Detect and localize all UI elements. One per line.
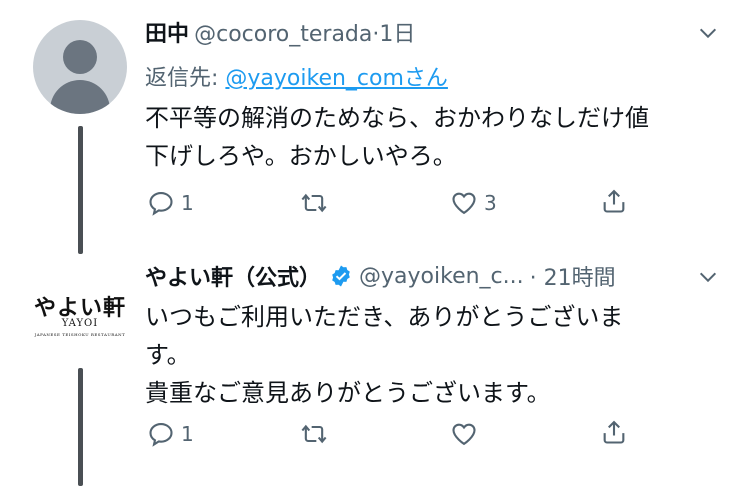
avatar[interactable]: やよい軒 YAYOI JAPANESE TEISHOKU RESTAURANT <box>28 268 132 372</box>
logo-subtext: YAYOI <box>61 318 99 329</box>
avatar-body <box>50 80 110 114</box>
logo-tagline: JAPANESE TEISHOKU RESTAURANT <box>34 332 126 337</box>
share-icon <box>603 420 625 444</box>
verified-badge-icon <box>332 265 350 287</box>
thread-line <box>78 126 83 254</box>
timestamp[interactable]: ·1日 <box>372 22 415 47</box>
reply-to-link[interactable]: @yayoiken_comさん <box>225 66 448 91</box>
tweet-text-line: 不平等の解消のためなら、おかわりなしだけ値 <box>145 104 649 132</box>
retweet-icon <box>301 424 327 444</box>
retweet-button[interactable] <box>300 189 334 217</box>
display-name[interactable]: 田中 <box>145 22 189 47</box>
retweet-button[interactable] <box>300 420 334 448</box>
tweet-text-line: 下げしろや。おかしいやろ。 <box>145 142 457 170</box>
display-name[interactable]: やよい軒（公式） <box>145 260 321 292</box>
retweet-icon <box>301 193 327 213</box>
tweet-text: 不平等の解消のためなら、おかわりなしだけ値 下げしろや。おかしいやろ。 <box>145 99 649 175</box>
avatar-head <box>63 40 97 74</box>
chevron-down-icon[interactable] <box>697 266 719 288</box>
like-count: 3 <box>484 191 497 215</box>
reply-button[interactable]: 1 <box>147 189 194 217</box>
thread-line <box>78 368 83 486</box>
tweet-header: やよい軒（公式） @yayoiken_c... · 21時間 <box>145 260 616 292</box>
reply-count: 1 <box>181 191 194 215</box>
reply-icon <box>149 192 173 216</box>
user-handle[interactable]: @cocoro_terada <box>194 22 372 47</box>
share-button[interactable] <box>600 187 628 215</box>
tweet-text: いつもご利用いただき、ありがとうございま す。 貴重なご意見ありがとうございます… <box>145 298 623 412</box>
reply-count: 1 <box>181 422 194 446</box>
timestamp[interactable]: · 21時間 <box>530 260 616 292</box>
heart-icon <box>452 423 476 446</box>
tweet-header: 田中 @cocoro_terada·1日 <box>145 16 415 48</box>
reply-icon <box>149 423 173 447</box>
share-icon <box>603 189 625 213</box>
like-button[interactable] <box>450 420 484 448</box>
reply-button[interactable]: 1 <box>147 420 194 448</box>
avatar[interactable] <box>33 20 127 114</box>
user-handle[interactable]: @yayoiken_c... <box>359 264 524 289</box>
tweet-text-line: 貴重なご意見ありがとうございます。 <box>145 379 551 407</box>
reply-to: 返信先: @yayoiken_comさん <box>145 60 448 92</box>
tweet-text-line: いつもご利用いただき、ありがとうございま <box>145 303 624 331</box>
like-button[interactable]: 3 <box>450 189 497 217</box>
heart-icon <box>452 192 476 215</box>
share-button[interactable] <box>600 418 628 446</box>
chevron-down-icon[interactable] <box>697 22 719 44</box>
tweet-text-line: す。 <box>145 341 191 369</box>
reply-to-label: 返信先: <box>145 66 226 91</box>
